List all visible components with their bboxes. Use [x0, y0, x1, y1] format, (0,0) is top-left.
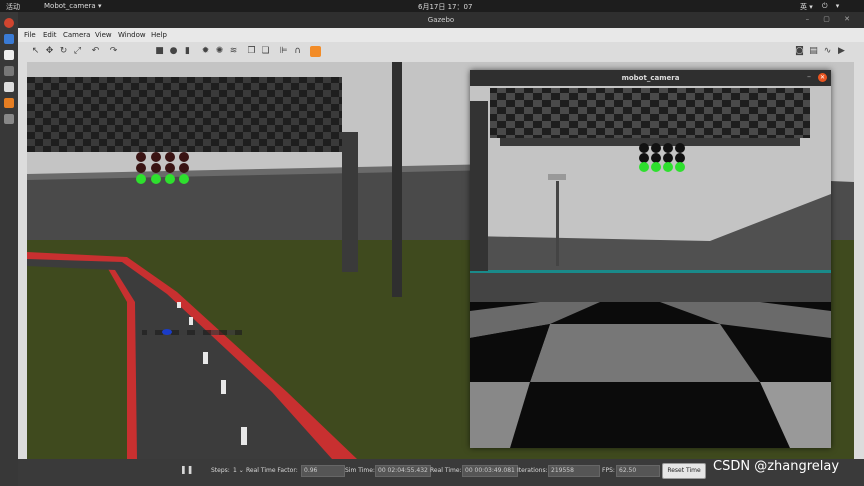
menu-window[interactable]: Window [118, 31, 146, 39]
reset-time-button[interactable]: Reset Time [662, 463, 706, 479]
fps-field: 62.50 [616, 465, 660, 477]
camera-gantry-banner [490, 88, 810, 138]
rtf-field: 0.96 [301, 465, 345, 477]
iterations-field: 219558 [548, 465, 600, 477]
camera-view-window[interactable]: mobot_camera – ✕ [470, 70, 831, 448]
menu-view[interactable]: View [95, 31, 112, 39]
copy-icon[interactable]: ❐ [246, 46, 257, 57]
files-icon[interactable] [4, 50, 14, 60]
pause-icon[interactable]: ❚❚ [180, 465, 193, 474]
system-menu[interactable]: ⏻ ▾ [822, 2, 842, 11]
checker-gantry-banner [27, 77, 342, 152]
box-shape-icon[interactable]: ■ [154, 46, 165, 57]
align-icon[interactable]: ⊫ [278, 46, 289, 57]
cylinder-shape-icon[interactable]: ▮ [182, 46, 193, 57]
editor-icon[interactable] [4, 82, 14, 92]
menu-camera[interactable]: Camera [63, 31, 90, 39]
clock[interactable]: 6月17日 17：07 [418, 2, 472, 12]
change-view-icon[interactable] [310, 46, 321, 57]
log-icon[interactable]: ▤ [808, 46, 819, 57]
plot-icon[interactable]: ∿ [822, 46, 833, 57]
tool-icon[interactable] [4, 66, 14, 76]
dock [0, 12, 18, 486]
fps-label: FPS: [602, 467, 615, 474]
toolbar: ↖ ✥ ↻ ⤢ ↶ ↷ ■ ● ▮ ✹ ✺ ≋ ❐ ❏ ⊫ ∩ ◙ ▤ ∿ ▶ [18, 42, 864, 63]
redo-icon[interactable]: ↷ [108, 46, 119, 57]
sim-time-field: 00 02:04:55.432 [375, 465, 431, 477]
undo-icon[interactable]: ↶ [90, 46, 101, 57]
watermark: CSDN @zhangrelay [713, 459, 840, 474]
snap-icon[interactable]: ∩ [292, 46, 303, 57]
input-method-indicator[interactable]: 英 ▾ [800, 2, 813, 12]
steps-value[interactable]: 1 ⌄ [233, 467, 244, 474]
select-mode-icon[interactable]: ↖ [30, 46, 41, 57]
system-top-bar: 活动 Mobot_camera ▾ 6月17日 17：07 英 ▾ ⏻ ▾ [0, 0, 864, 12]
software-icon[interactable] [4, 98, 14, 108]
steps-label: Steps: [211, 467, 230, 474]
translate-mode-icon[interactable]: ✥ [44, 46, 55, 57]
real-time-label: Real Time: [430, 467, 462, 474]
gantry-pillar [342, 132, 358, 272]
window-title: Gazebo [427, 16, 455, 24]
right-panel-collapsed[interactable] [854, 62, 864, 459]
iterations-label: Iterations: [517, 467, 548, 474]
spot-light-icon[interactable]: ✺ [214, 46, 225, 57]
screenshot-icon[interactable]: ◙ [794, 46, 805, 57]
activities-button[interactable]: 活动 [6, 2, 20, 12]
directional-light-icon[interactable]: ≋ [228, 46, 239, 57]
paste-icon[interactable]: ❏ [260, 46, 271, 57]
window-titlebar: Gazebo – ▢ ✕ [18, 12, 864, 28]
minimize-icon[interactable]: – [807, 72, 811, 81]
sphere-shape-icon[interactable]: ● [168, 46, 179, 57]
chrome-icon[interactable] [4, 18, 14, 28]
menu-help[interactable]: Help [151, 31, 167, 39]
browser-icon[interactable] [4, 34, 14, 44]
scale-mode-icon[interactable]: ⤢ [72, 46, 83, 57]
robot [162, 329, 172, 335]
window-controls[interactable]: – ▢ ✕ [806, 15, 856, 23]
app-menu[interactable]: Mobot_camera ▾ [44, 2, 101, 10]
sim-time-label: Sim Time: [345, 467, 375, 474]
rotate-mode-icon[interactable]: ↻ [58, 46, 69, 57]
real-time-field: 00 00:03:49.081 [462, 465, 518, 477]
camera-window-title: mobot_camera [621, 74, 680, 82]
point-light-icon[interactable]: ✹ [200, 46, 211, 57]
camera-image [470, 86, 831, 448]
menu-file[interactable]: File [24, 31, 36, 39]
camera-window-titlebar[interactable]: mobot_camera – ✕ [470, 70, 831, 86]
video-record-icon[interactable]: ▶ [836, 46, 847, 57]
close-icon[interactable]: ✕ [818, 73, 827, 82]
menubar: File Edit Camera View Window Help [18, 28, 864, 42]
gazebo-icon[interactable] [4, 114, 14, 124]
left-panel-collapsed[interactable] [18, 62, 27, 459]
light-pole [392, 62, 402, 297]
rtf-label: Real Time Factor: [246, 467, 298, 474]
menu-edit[interactable]: Edit [43, 31, 57, 39]
